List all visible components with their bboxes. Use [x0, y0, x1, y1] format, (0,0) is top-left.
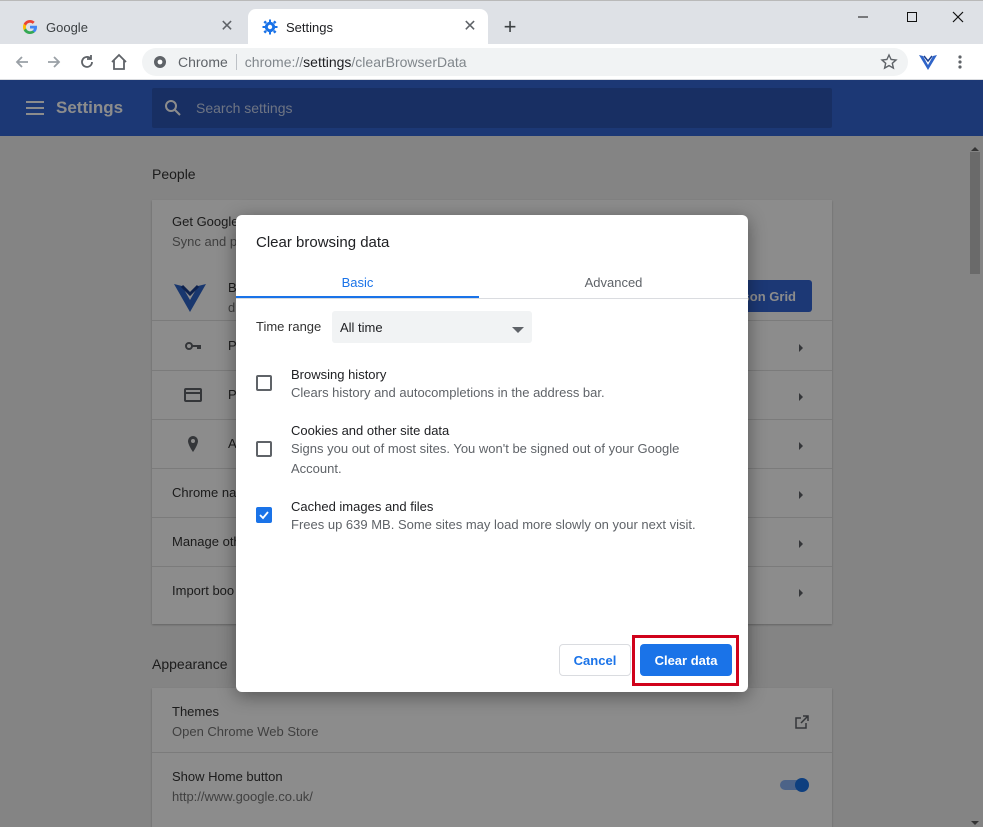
time-range-select[interactable]: All time: [332, 311, 532, 343]
url-scheme: chrome://: [244, 54, 304, 70]
checkbox-browsing-history[interactable]: [256, 375, 272, 391]
tab-settings[interactable]: Settings ✕: [248, 9, 488, 45]
dialog-title: Clear browsing data: [256, 234, 390, 251]
maximize-icon[interactable]: [889, 5, 935, 29]
tab-title: Settings: [286, 19, 333, 35]
close-icon[interactable]: ✕: [462, 19, 478, 35]
back-icon[interactable]: [10, 50, 34, 74]
option-cookies: Cookies and other site data Signs you ou…: [256, 423, 726, 483]
option-cached-images: Cached images and files Frees up 639 MB.…: [256, 499, 726, 539]
chrome-site-icon: [152, 54, 168, 70]
tab-google[interactable]: Google ✕: [8, 9, 245, 45]
window-close-icon[interactable]: [935, 5, 981, 29]
dialog-tabs: Basic Advanced: [236, 265, 748, 299]
divider: [235, 54, 237, 70]
tab-title: Google: [46, 19, 88, 35]
url-path: /clearBrowserData: [351, 54, 467, 70]
close-icon[interactable]: ✕: [219, 19, 235, 35]
option-description: Clears history and autocompletions in th…: [291, 385, 605, 400]
address-bar[interactable]: Chrome chrome://settings/clearBrowserDat…: [142, 48, 908, 76]
gear-icon: [262, 19, 278, 35]
option-description: Frees up 639 MB. Some sites may load mor…: [291, 517, 696, 532]
more-menu-icon[interactable]: [948, 50, 972, 74]
tab-advanced[interactable]: Advanced: [492, 265, 735, 299]
checkbox-cached-images[interactable]: [256, 507, 272, 523]
forward-icon[interactable]: [42, 50, 66, 74]
new-tab-button[interactable]: +: [498, 16, 522, 40]
time-range-value: All time: [340, 319, 383, 335]
active-tab-indicator: [236, 296, 479, 298]
extension-logo-icon[interactable]: [916, 50, 940, 74]
cancel-button[interactable]: Cancel: [559, 644, 631, 676]
site-chip: Chrome: [178, 54, 228, 70]
url-host: settings: [303, 54, 352, 70]
checkbox-cookies[interactable]: [256, 441, 272, 457]
option-description: Signs you out of most sites. You won't b…: [291, 441, 680, 476]
tab-basic[interactable]: Basic: [236, 265, 479, 299]
dropdown-caret-icon: [512, 322, 524, 333]
option-browsing-history: Browsing history Clears history and auto…: [256, 367, 726, 407]
checkmark-icon: [259, 511, 269, 520]
option-title: Cookies and other site data: [291, 423, 450, 438]
tab-strip: Google ✕ Settings ✕ +: [0, 0, 983, 45]
option-title: Cached images and files: [291, 499, 434, 514]
minimize-icon[interactable]: [840, 5, 886, 29]
reload-icon[interactable]: [75, 50, 99, 74]
home-icon[interactable]: [107, 50, 131, 74]
highlight-box: [632, 635, 739, 686]
browser-toolbar: Chrome chrome://settings/clearBrowserDat…: [0, 44, 983, 80]
bookmark-star-icon[interactable]: [880, 53, 898, 71]
option-title: Browsing history: [291, 367, 387, 382]
time-range-label: Time range: [256, 319, 322, 334]
google-icon: [22, 19, 38, 35]
clear-browsing-data-dialog: Clear browsing data Basic Advanced Time …: [236, 215, 748, 692]
